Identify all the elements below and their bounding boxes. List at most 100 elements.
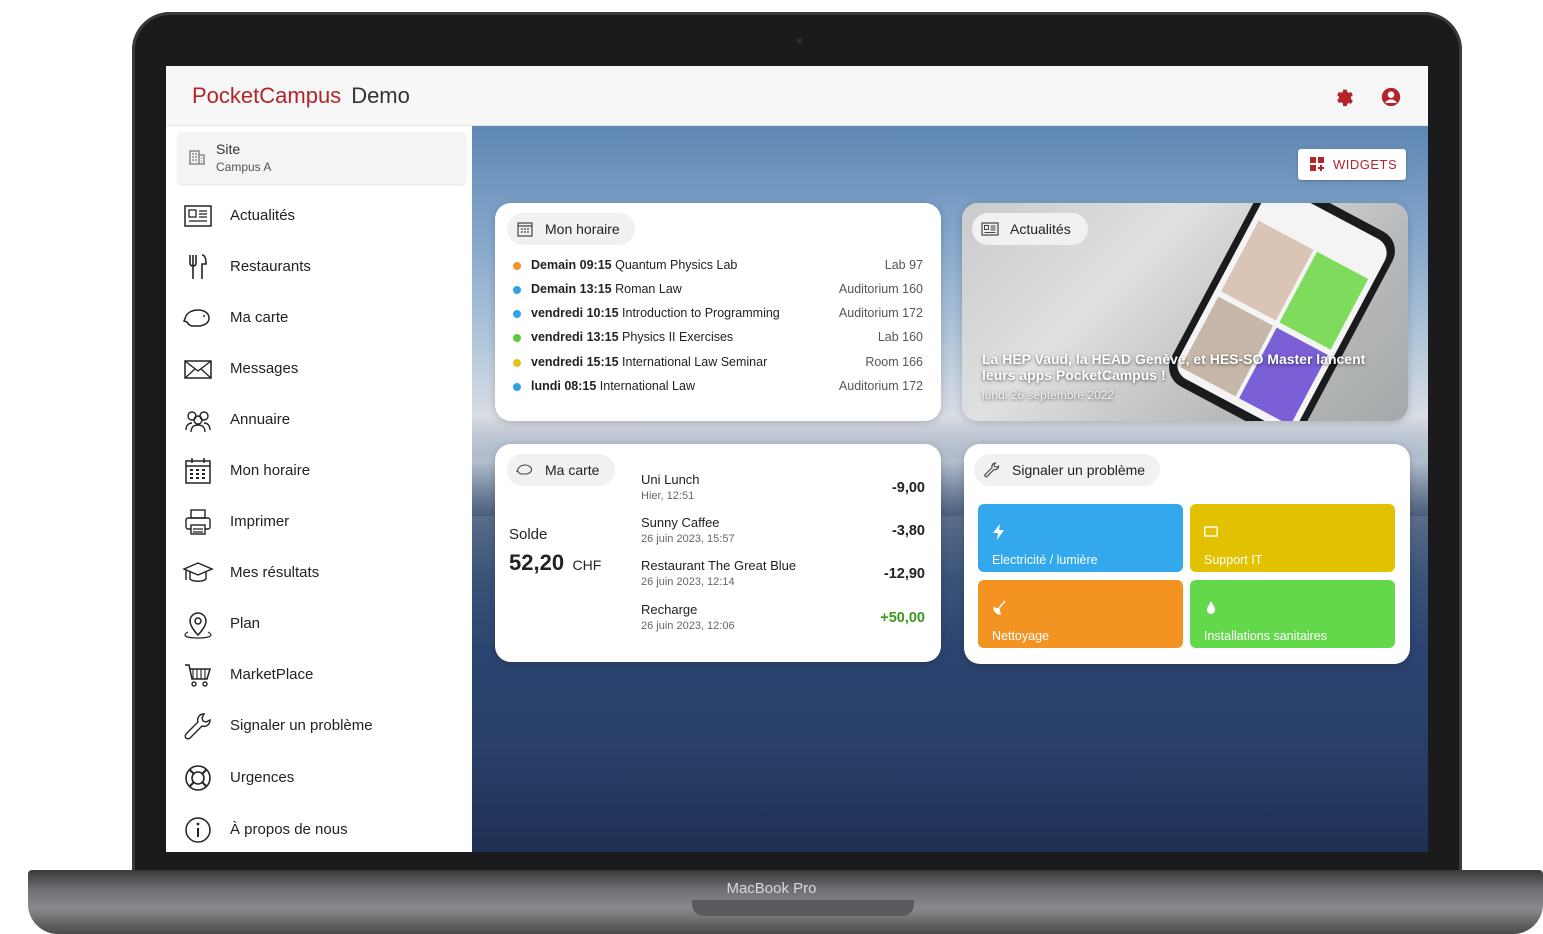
transaction-row[interactable]: Restaurant The Great Blue 26 juin 2023, … (641, 558, 925, 598)
report-tile-electricite[interactable]: Electricité / lumière (978, 504, 1183, 572)
people-icon (182, 404, 214, 436)
sidebar-item-label: Mes résultats (230, 564, 320, 581)
schedule-dot (513, 334, 521, 342)
transaction-amount: -9,00 (891, 480, 925, 496)
cart-icon (182, 659, 214, 691)
app-title: PocketCampus Demo (192, 83, 410, 109)
sidebar-item-mon-horaire[interactable]: Mon horaire (166, 449, 472, 493)
schedule-row[interactable]: vendredi 13:15 Physics II Exercises Lab … (513, 329, 923, 349)
report-tile-nettoyage[interactable]: Nettoyage (978, 580, 1183, 648)
card-widget-header[interactable]: Ma carte (507, 454, 615, 486)
report-tile-support-it[interactable]: Support IT (1190, 504, 1395, 572)
gear-icon[interactable] (1334, 86, 1356, 108)
schedule-course: Quantum Physics Lab (615, 258, 738, 272)
sidebar: Site Campus A Actualités Restaurants Ma … (166, 126, 472, 852)
schedule-course: Introduction to Programming (622, 306, 780, 320)
schedule-row[interactable]: Demain 13:15 Roman Law Auditorium 160 (513, 281, 923, 301)
sidebar-item-signaler[interactable]: Signaler un problème (166, 704, 472, 748)
transaction-name: Restaurant The Great Blue (641, 558, 797, 573)
schedule-dot (513, 359, 521, 367)
sidebar-item-urgences[interactable]: Urgences (166, 756, 472, 800)
news-widget-title: Actualités (1010, 221, 1071, 237)
news-widget-header[interactable]: Actualités (972, 213, 1088, 245)
news-date: lundi 26 septembre 2022 (982, 388, 1115, 402)
balance-currency: CHF (572, 557, 602, 573)
news-widget[interactable]: Actualités La HEP Vaud, la HEAD Genève, … (962, 203, 1408, 421)
sidebar-item-label: Urgences (230, 769, 295, 786)
schedule-room: Auditorium 160 (838, 282, 923, 296)
schedule-room: Auditorium 172 (838, 379, 923, 393)
building-icon (188, 148, 206, 166)
schedule-row[interactable]: vendredi 10:15 Introduction to Programmi… (513, 305, 923, 325)
transaction-row[interactable]: Sunny Caffee 26 juin 2023, 15:57 -3,80 (641, 515, 925, 555)
schedule-widget-header[interactable]: Mon horaire (507, 213, 635, 245)
report-tile-label: Nettoyage (992, 629, 1049, 643)
schedule-room: Lab 97 (884, 258, 923, 272)
transaction-name: Recharge (641, 602, 698, 617)
newspaper-icon (981, 220, 999, 238)
balance-label: Solde (509, 526, 548, 543)
schedule-when: vendredi 15:15 (531, 355, 619, 369)
sidebar-item-label: Signaler un problème (230, 717, 373, 734)
report-tile-label: Installations sanitaires (1204, 629, 1327, 643)
sidebar-item-label: À propos de nous (230, 821, 348, 838)
schedule-room: Room 166 (865, 355, 923, 369)
sidebar-item-label: MarketPlace (230, 666, 314, 683)
sidebar-item-marketplace[interactable]: MarketPlace (166, 653, 472, 697)
transaction-amount: +50,00 (880, 610, 925, 626)
transaction-row[interactable]: Uni Lunch Hier, 12:51 -9,00 (641, 472, 925, 512)
news-headline[interactable]: La HEP Vaud, la HEAD Genève, et HES-SO M… (982, 351, 1402, 383)
brand-subtitle: Demo (351, 83, 410, 108)
sidebar-item-label: Actualités (230, 207, 296, 224)
piggy-bank-icon (182, 302, 214, 334)
droplet-icon (1204, 600, 1218, 616)
sidebar-item-label: Messages (230, 360, 299, 377)
schedule-widget[interactable]: Mon horaire Demain 09:15 Quantum Physics… (495, 203, 941, 421)
sidebar-item-messages[interactable]: Messages (166, 347, 472, 391)
sidebar-item-a-propos[interactable]: À propos de nous (166, 808, 472, 852)
sidebar-item-actualites[interactable]: Actualités (166, 194, 472, 238)
widgets-button[interactable]: WIDGETS (1298, 149, 1406, 180)
main-area: WIDGETS Mon horaire Demain 09:15 Quantum… (472, 126, 1428, 852)
report-widget[interactable]: Signaler un problème Electricité / lumiè… (964, 444, 1410, 664)
sidebar-item-annuaire[interactable]: Annuaire (166, 398, 472, 442)
bolt-icon (992, 524, 1006, 540)
schedule-row[interactable]: vendredi 15:15 International Law Seminar… (513, 354, 923, 374)
calendar-icon (182, 455, 214, 487)
user-icon[interactable] (1380, 86, 1402, 108)
sidebar-item-restaurants[interactable]: Restaurants (166, 245, 472, 289)
sidebar-item-label: Imprimer (230, 513, 290, 530)
sidebar-item-label: Mon horaire (230, 462, 311, 479)
card-widget-title: Ma carte (545, 462, 600, 478)
schedule-row[interactable]: lundi 08:15 International Law Auditorium… (513, 378, 923, 398)
report-tile-sanitaires[interactable]: Installations sanitaires (1190, 580, 1395, 648)
newspaper-icon (182, 200, 214, 232)
schedule-course: International Law Seminar (622, 355, 768, 369)
balance: 52,20 CHF (509, 550, 601, 576)
report-tile-label: Electricité / lumière (992, 553, 1098, 567)
widgets-icon (1310, 157, 1325, 172)
top-bar: PocketCampus Demo (166, 66, 1428, 126)
sidebar-item-mes-resultats[interactable]: Mes résultats (166, 551, 472, 595)
wrench-icon (983, 461, 1001, 479)
schedule-course: Roman Law (615, 282, 682, 296)
schedule-when: Demain 09:15 (531, 258, 612, 272)
report-widget-header[interactable]: Signaler un problème (974, 454, 1160, 486)
transaction-row[interactable]: Recharge 26 juin 2023, 12:06 +50,00 (641, 602, 925, 642)
sidebar-item-label: Restaurants (230, 258, 311, 275)
sidebar-item-plan[interactable]: Plan (166, 602, 472, 646)
sidebar-item-label: Plan (230, 615, 261, 632)
schedule-title: Mon horaire (545, 221, 620, 237)
site-selector[interactable]: Site Campus A (178, 132, 466, 184)
graduation-cap-icon (182, 557, 214, 589)
phone-image (1161, 203, 1403, 421)
schedule-row[interactable]: Demain 09:15 Quantum Physics Lab Lab 97 (513, 257, 923, 277)
schedule-when: lundi 08:15 (531, 379, 597, 393)
sidebar-item-ma-carte[interactable]: Ma carte (166, 296, 472, 340)
piggy-bank-icon (516, 461, 534, 479)
transaction-amount: -3,80 (891, 523, 925, 539)
site-value: Campus A (216, 160, 272, 174)
report-widget-title: Signaler un problème (1012, 462, 1146, 478)
card-widget[interactable]: Ma carte Solde 52,20 CHF Uni Lunch Hier,… (495, 444, 941, 662)
sidebar-item-imprimer[interactable]: Imprimer (166, 500, 472, 544)
